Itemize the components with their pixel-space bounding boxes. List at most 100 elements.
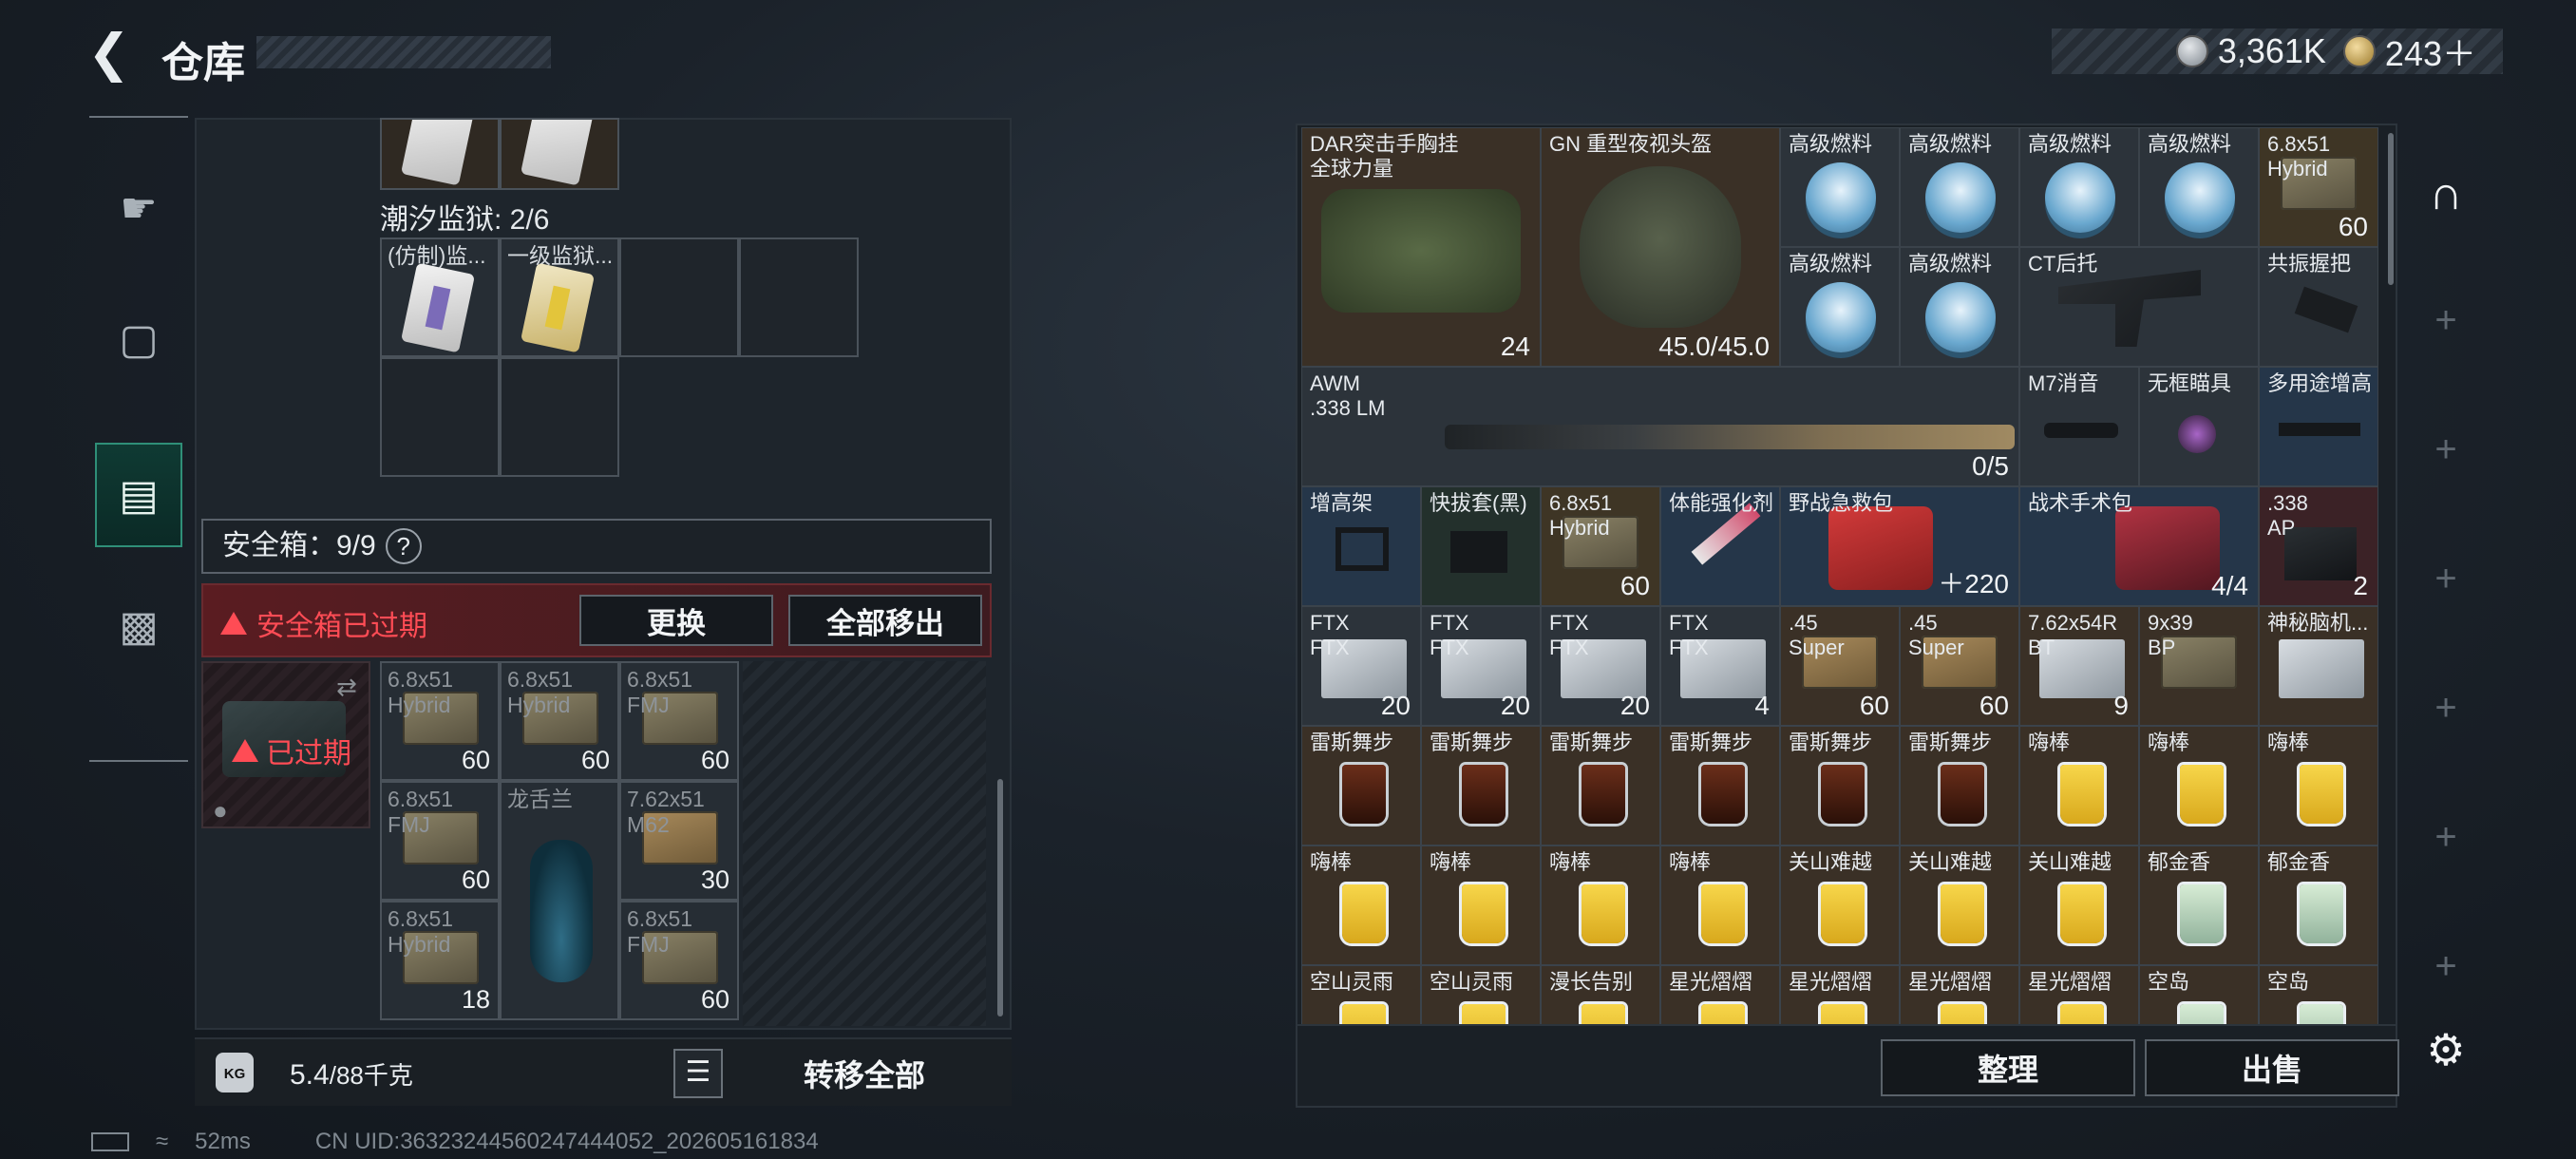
plus-icon[interactable]: + bbox=[2413, 287, 2479, 353]
item-cell[interactable]: 高级燃料 bbox=[1780, 247, 1900, 367]
item-cell[interactable]: 6.8x51 FMJ 60 bbox=[619, 901, 739, 1020]
item-cell[interactable]: 龙舌兰 bbox=[500, 781, 619, 1020]
item-cell[interactable]: 战术手术包 4/4 bbox=[2019, 486, 2259, 606]
plus-icon[interactable]: + bbox=[2413, 545, 2479, 612]
item-cell[interactable]: 空山灵雨 bbox=[1301, 965, 1421, 1024]
item-cell[interactable]: AWM .338 LM 0/5 bbox=[1301, 367, 2019, 486]
plus-icon[interactable]: + bbox=[2413, 416, 2479, 483]
item-cell[interactable]: 嗨棒 bbox=[2019, 726, 2139, 846]
item-cell[interactable]: 嗨棒 bbox=[1541, 846, 1660, 965]
item-cell[interactable]: M7消音 bbox=[2019, 367, 2139, 486]
backpack-icon[interactable]: ▢ bbox=[95, 287, 182, 391]
item-cell[interactable]: 6.8x51 Hybrid 18 bbox=[380, 901, 500, 1020]
item-cell[interactable]: 星光熠熠 bbox=[1900, 965, 2019, 1024]
item-cell[interactable]: 9x39 BP bbox=[2139, 606, 2259, 726]
item-cell[interactable]: 星光熠熠 bbox=[1660, 965, 1780, 1024]
replace-button[interactable]: 更换 bbox=[579, 595, 773, 646]
item-cell[interactable]: 关山难越 bbox=[1780, 846, 1900, 965]
item-cell[interactable]: 关山难越 bbox=[2019, 846, 2139, 965]
item-cell[interactable]: 高级燃料 bbox=[1900, 247, 2019, 367]
transfer-all-button[interactable]: 转移全部 bbox=[736, 1043, 993, 1104]
item-cell[interactable]: 野战急救包 ＋220 bbox=[1780, 486, 2019, 606]
empty-slot[interactable] bbox=[380, 357, 500, 477]
item-cell[interactable]: 嗨棒 bbox=[1421, 846, 1541, 965]
item-cell[interactable]: DAR突击手胸挂 全球力量 24 bbox=[1301, 127, 1541, 367]
item-cell[interactable]: FTX FTX 20 bbox=[1541, 606, 1660, 726]
item-cell[interactable]: 体能强化剂 bbox=[1660, 486, 1780, 606]
right-scrollbar[interactable] bbox=[2388, 133, 2394, 285]
item-cell[interactable]: 6.8x51 FMJ 60 bbox=[380, 781, 500, 901]
item-cell[interactable]: 增高架 bbox=[1301, 486, 1421, 606]
item-cell[interactable]: 雷斯舞步 bbox=[1660, 726, 1780, 846]
item-cell[interactable]: .45 Super 60 bbox=[1780, 606, 1900, 726]
list-icon[interactable]: ☰ bbox=[673, 1049, 723, 1098]
safe-box-item[interactable]: 已过期 ● ⇄ bbox=[201, 661, 370, 828]
card-slot[interactable]: (仿制)监... bbox=[380, 238, 500, 357]
empty-slot[interactable] bbox=[739, 238, 859, 357]
item-cell[interactable]: .45 Super 60 bbox=[1900, 606, 2019, 726]
item-cell[interactable]: 高级燃料 bbox=[1900, 127, 2019, 247]
item-cell[interactable]: 嗨棒 bbox=[2259, 726, 2378, 846]
cocktail-icon bbox=[1821, 1004, 1865, 1024]
item-cell[interactable]: 7.62x51 M62 30 bbox=[619, 781, 739, 901]
item-cell[interactable]: 雷斯舞步 bbox=[1780, 726, 1900, 846]
item-cell[interactable]: 郁金香 bbox=[2259, 846, 2378, 965]
item-cell[interactable]: 空山灵雨 bbox=[1421, 965, 1541, 1024]
safe-box-icon[interactable]: ▤ bbox=[95, 443, 182, 547]
plus-icon[interactable]: + bbox=[2413, 674, 2479, 741]
help-icon[interactable]: ? bbox=[385, 528, 422, 564]
item-cell[interactable]: 无框瞄具 bbox=[2139, 367, 2259, 486]
item-cell[interactable]: GN 重型夜视头盔 45.0/45.0 bbox=[1541, 127, 1780, 367]
card-slot[interactable] bbox=[500, 118, 619, 190]
card-slot[interactable]: 一级监狱... bbox=[500, 238, 619, 357]
gold-currency[interactable]: 243＋ bbox=[2342, 27, 2476, 76]
briefcase-icon[interactable]: ▩ bbox=[95, 574, 182, 678]
item-cell[interactable]: 高级燃料 bbox=[2139, 127, 2259, 247]
item-cell[interactable]: 快拔套(黑) bbox=[1421, 486, 1541, 606]
swap-icon[interactable]: ⇄ bbox=[336, 673, 357, 702]
left-scrollbar[interactable] bbox=[997, 779, 1003, 1016]
item-cell[interactable]: 雷斯舞步 bbox=[1900, 726, 2019, 846]
item-cell[interactable]: 空岛 bbox=[2259, 965, 2378, 1024]
gear-icon[interactable]: ⚙ bbox=[2413, 1016, 2479, 1083]
sell-button[interactable]: 出售 bbox=[2145, 1039, 2399, 1096]
item-cell[interactable]: 6.8x51 Hybrid 60 bbox=[380, 661, 500, 781]
item-cell[interactable]: FTX FTX 20 bbox=[1301, 606, 1421, 726]
plus-icon[interactable]: + bbox=[2413, 933, 2479, 999]
sort-button[interactable]: 整理 bbox=[1881, 1039, 2135, 1096]
item-cell[interactable]: 嗨棒 bbox=[1301, 846, 1421, 965]
item-cell[interactable]: 多用途增高 bbox=[2259, 367, 2378, 486]
item-cell[interactable]: 郁金香 bbox=[2139, 846, 2259, 965]
item-cell[interactable]: 高级燃料 bbox=[2019, 127, 2139, 247]
item-cell[interactable]: FTX FTX 4 bbox=[1660, 606, 1780, 726]
item-cell[interactable]: 共振握把 bbox=[2259, 247, 2378, 367]
item-cell[interactable]: CT后托 bbox=[2019, 247, 2259, 367]
shelter-icon[interactable]: ∩ bbox=[2413, 160, 2479, 226]
item-cell[interactable]: 雷斯舞步 bbox=[1421, 726, 1541, 846]
item-cell[interactable]: 6.8x51 Hybrid 60 bbox=[1541, 486, 1660, 606]
empty-slot[interactable] bbox=[500, 357, 619, 477]
plus-icon[interactable]: + bbox=[2413, 804, 2479, 870]
item-cell[interactable]: 神秘脑机... bbox=[2259, 606, 2378, 726]
item-cell[interactable]: 6.8x51 FMJ 60 bbox=[619, 661, 739, 781]
empty-slot[interactable] bbox=[619, 238, 739, 357]
item-cell[interactable]: 关山难越 bbox=[1900, 846, 2019, 965]
item-cell[interactable]: 高级燃料 bbox=[1780, 127, 1900, 247]
item-cell[interactable]: 嗨棒 bbox=[1660, 846, 1780, 965]
item-cell[interactable]: .338 AP 2 bbox=[2259, 486, 2378, 606]
item-cell[interactable]: 雷斯舞步 bbox=[1541, 726, 1660, 846]
card-slot[interactable] bbox=[380, 118, 500, 190]
item-cell[interactable]: 空岛 bbox=[2139, 965, 2259, 1024]
item-cell[interactable]: 嗨棒 bbox=[2139, 726, 2259, 846]
item-cell[interactable]: 6.8x51 Hybrid 60 bbox=[2259, 127, 2378, 247]
item-cell[interactable]: 漫长告别 bbox=[1541, 965, 1660, 1024]
back-arrow-icon[interactable]: ❮ bbox=[87, 27, 135, 80]
item-cell[interactable]: 星光熠熠 bbox=[2019, 965, 2139, 1024]
remove-all-button[interactable]: 全部移出 bbox=[788, 595, 982, 646]
item-cell[interactable]: 星光熠熠 bbox=[1780, 965, 1900, 1024]
weapon-icon[interactable]: ☛ bbox=[95, 156, 182, 260]
item-cell[interactable]: FTX FTX 20 bbox=[1421, 606, 1541, 726]
item-cell[interactable]: 7.62x54R BT 9 bbox=[2019, 606, 2139, 726]
item-cell[interactable]: 6.8x51 Hybrid 60 bbox=[500, 661, 619, 781]
item-cell[interactable]: 雷斯舞步 bbox=[1301, 726, 1421, 846]
